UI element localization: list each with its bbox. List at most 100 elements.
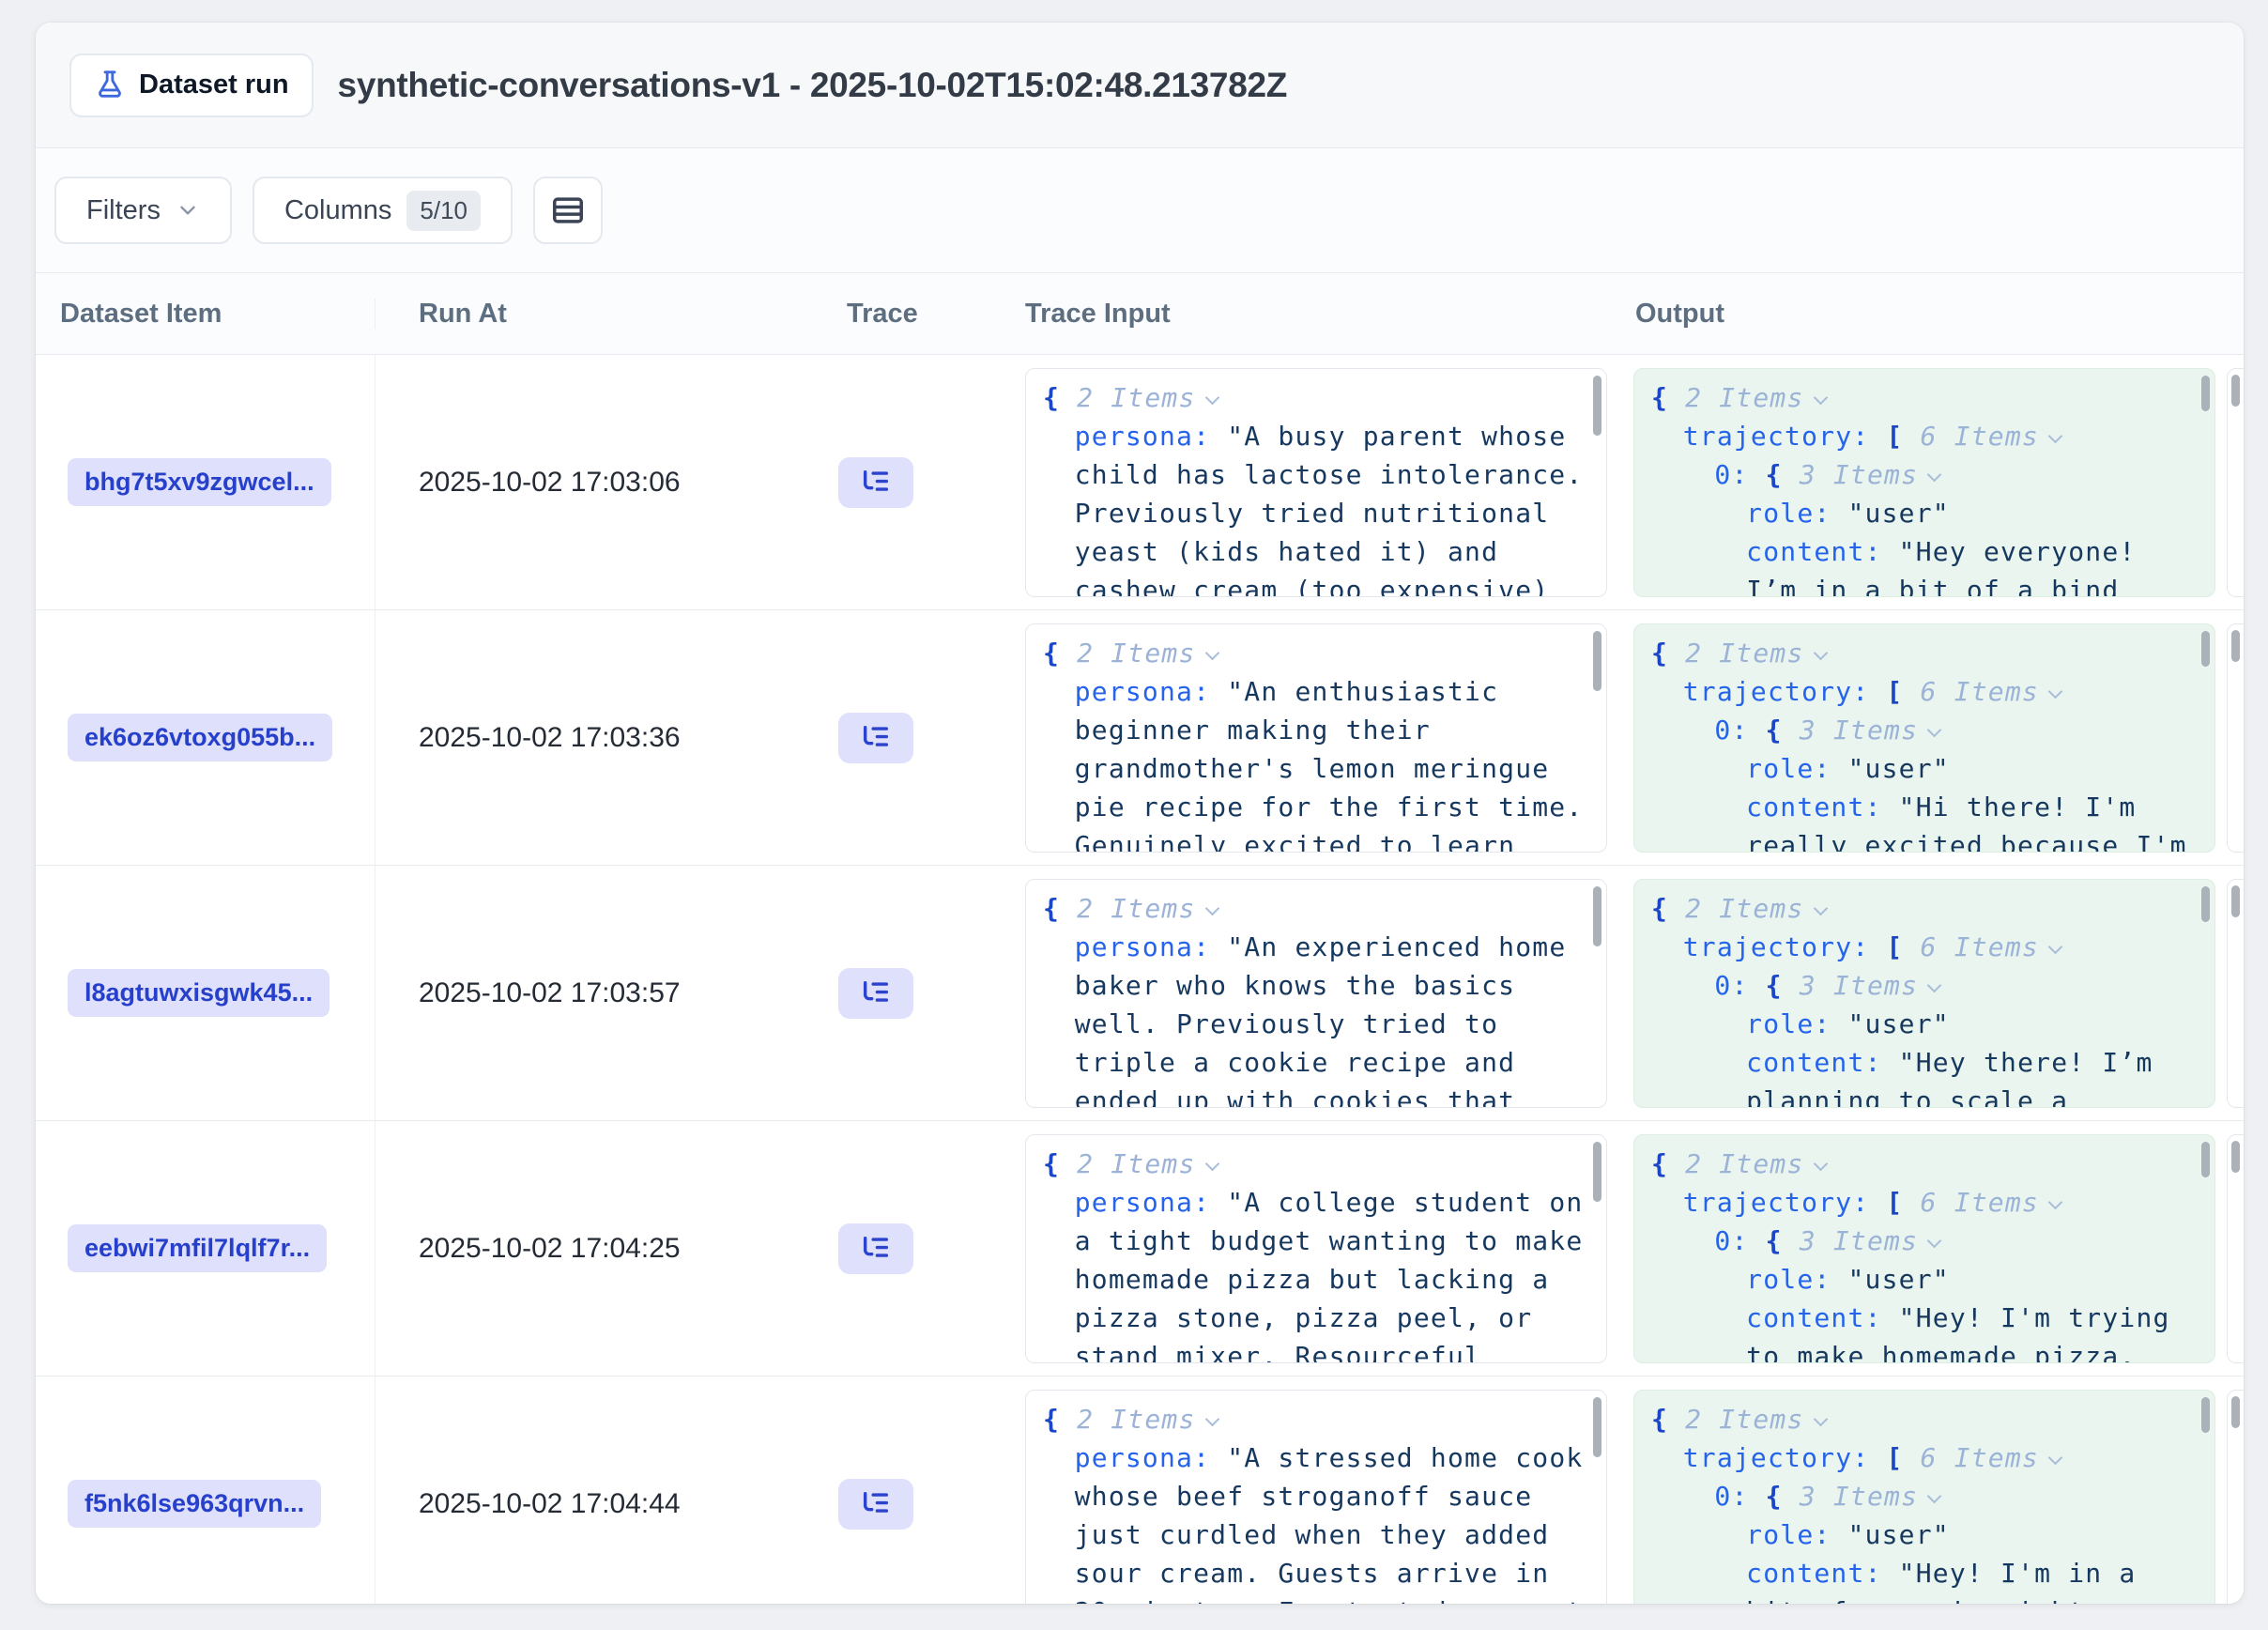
- collapse-chevron-icon[interactable]: [1927, 978, 1942, 993]
- items-toggle[interactable]: 3 Items: [1800, 459, 1918, 490]
- column-header-trace-input: Trace Input: [1009, 299, 1622, 330]
- scrollbar-thumb[interactable]: [2231, 1396, 2240, 1428]
- list-tree-icon: [859, 977, 893, 1009]
- collapse-chevron-icon[interactable]: [1927, 723, 1942, 738]
- items-toggle[interactable]: 2 Items: [1685, 638, 1803, 669]
- trace-button[interactable]: [838, 968, 913, 1019]
- collapse-chevron-icon[interactable]: [2048, 940, 2063, 955]
- collapse-chevron-icon[interactable]: [1813, 1157, 1828, 1172]
- scrollbar-thumb[interactable]: [2201, 376, 2210, 411]
- collapse-chevron-icon[interactable]: [1813, 901, 1828, 916]
- scrollbar-thumb[interactable]: [2201, 886, 2210, 922]
- scrollbar-thumb[interactable]: [2201, 631, 2210, 667]
- output-panel[interactable]: { 2 Items trajectory: [ 6 Items 0: { 3 I…: [1633, 1134, 2215, 1363]
- scrollbar-thumb[interactable]: [2231, 885, 2240, 917]
- items-toggle[interactable]: 3 Items: [1800, 1225, 1918, 1256]
- collapse-chevron-icon[interactable]: [1204, 1157, 1219, 1172]
- trace-button[interactable]: [838, 457, 913, 508]
- items-toggle[interactable]: 6 Items: [1921, 1442, 2039, 1473]
- items-toggle[interactable]: 6 Items: [1921, 1187, 2039, 1218]
- scrollbar-thumb[interactable]: [2231, 375, 2240, 407]
- scrollbar-thumb[interactable]: [2231, 630, 2240, 662]
- table-row: f5nk6lse963qrvn... 2025-10-02 17:04:44 {…: [36, 1376, 2244, 1604]
- collapse-chevron-icon[interactable]: [2048, 1451, 2063, 1466]
- scrollbar-thumb[interactable]: [1593, 1397, 1601, 1457]
- trace-input-panel[interactable]: { 2 Items persona: "A busy parent whose …: [1025, 368, 1607, 597]
- collapse-chevron-icon[interactable]: [1204, 646, 1219, 661]
- column-header-dataset-item: Dataset Item: [36, 299, 375, 330]
- toolbar: Filters Columns 5/10: [36, 148, 2244, 272]
- collapse-chevron-icon[interactable]: [2048, 684, 2063, 700]
- next-column-panel: [2227, 1134, 2244, 1363]
- items-toggle[interactable]: 2 Items: [1685, 1148, 1803, 1179]
- column-header-trace: Trace: [803, 299, 1009, 330]
- trace-input-panel[interactable]: { 2 Items persona: "A college student on…: [1025, 1134, 1607, 1363]
- next-column-panel: [2227, 879, 2244, 1108]
- dataset-item-badge[interactable]: bhg7t5xv9zgwcel...: [68, 458, 331, 506]
- output-panel[interactable]: { 2 Items trajectory: [ 6 Items 0: { 3 I…: [1633, 879, 2215, 1108]
- trace-button[interactable]: [838, 1479, 913, 1530]
- collapse-chevron-icon[interactable]: [1813, 391, 1828, 406]
- collapse-chevron-icon[interactable]: [1927, 468, 1942, 483]
- collapse-chevron-icon[interactable]: [1204, 1412, 1219, 1427]
- scrollbar-thumb[interactable]: [2201, 1397, 2210, 1433]
- flask-icon: [94, 69, 126, 101]
- items-toggle[interactable]: 2 Items: [1077, 1404, 1195, 1435]
- collapse-chevron-icon[interactable]: [2048, 1195, 2063, 1210]
- scrollbar-thumb[interactable]: [1593, 631, 1601, 691]
- items-toggle[interactable]: 6 Items: [1921, 421, 2039, 452]
- items-toggle[interactable]: 2 Items: [1685, 382, 1803, 413]
- scrollbar-thumb[interactable]: [2231, 1141, 2240, 1173]
- chevron-down-icon: [176, 198, 200, 223]
- items-toggle[interactable]: 2 Items: [1077, 638, 1195, 669]
- scrollbar-thumb[interactable]: [1593, 886, 1601, 946]
- dataset-run-badge: Dataset run: [69, 54, 314, 117]
- collapse-chevron-icon[interactable]: [1204, 901, 1219, 916]
- next-column-panel: [2227, 1390, 2244, 1604]
- trace-button[interactable]: [838, 713, 913, 763]
- output-panel[interactable]: { 2 Items trajectory: [ 6 Items 0: { 3 I…: [1633, 623, 2215, 853]
- row-height-button[interactable]: [533, 177, 603, 244]
- list-tree-icon: [859, 467, 893, 499]
- items-toggle[interactable]: 3 Items: [1800, 1481, 1918, 1512]
- items-toggle[interactable]: 2 Items: [1685, 1404, 1803, 1435]
- collapse-chevron-icon[interactable]: [1204, 391, 1219, 406]
- collapse-chevron-icon[interactable]: [1813, 646, 1828, 661]
- trace-button[interactable]: [838, 1223, 913, 1274]
- dataset-item-badge[interactable]: eebwi7mfil7lqlf7r...: [68, 1224, 327, 1272]
- dataset-item-badge[interactable]: f5nk6lse963qrvn...: [68, 1480, 321, 1528]
- table-row: bhg7t5xv9zgwcel... 2025-10-02 17:03:06 {…: [36, 355, 2244, 610]
- filters-button[interactable]: Filters: [54, 177, 232, 244]
- collapse-chevron-icon[interactable]: [1927, 1489, 1942, 1504]
- rows-icon: [550, 192, 586, 228]
- list-tree-icon: [859, 722, 893, 754]
- collapse-chevron-icon[interactable]: [1927, 1234, 1942, 1249]
- scrollbar-thumb[interactable]: [1593, 376, 1601, 436]
- dataset-item-badge[interactable]: ek6oz6vtoxg055b...: [68, 714, 332, 761]
- trace-input-panel[interactable]: { 2 Items persona: "A stressed home cook…: [1025, 1390, 1607, 1604]
- items-toggle[interactable]: 2 Items: [1077, 893, 1195, 924]
- list-tree-icon: [859, 1488, 893, 1520]
- output-panel[interactable]: { 2 Items trajectory: [ 6 Items 0: { 3 I…: [1633, 1390, 2215, 1604]
- items-toggle[interactable]: 2 Items: [1077, 1148, 1195, 1179]
- items-toggle[interactable]: 6 Items: [1921, 676, 2039, 707]
- collapse-chevron-icon[interactable]: [2048, 429, 2063, 444]
- collapse-chevron-icon[interactable]: [1813, 1412, 1828, 1427]
- filters-button-label: Filters: [86, 195, 161, 226]
- items-toggle[interactable]: 3 Items: [1800, 715, 1918, 746]
- trace-input-panel[interactable]: { 2 Items persona: "An enthusiastic begi…: [1025, 623, 1607, 853]
- table-row: l8agtuwxisgwk45... 2025-10-02 17:03:57 {…: [36, 866, 2244, 1121]
- table-header: Dataset Item Run At Trace Trace Input Ou…: [36, 272, 2244, 355]
- trace-input-panel[interactable]: { 2 Items persona: "An experienced home …: [1025, 879, 1607, 1108]
- columns-button[interactable]: Columns 5/10: [253, 177, 513, 244]
- items-toggle[interactable]: 2 Items: [1077, 382, 1195, 413]
- items-toggle[interactable]: 2 Items: [1685, 893, 1803, 924]
- items-toggle[interactable]: 6 Items: [1921, 931, 2039, 962]
- output-panel[interactable]: { 2 Items trajectory: [ 6 Items 0: { 3 I…: [1633, 368, 2215, 597]
- scrollbar-thumb[interactable]: [1593, 1142, 1601, 1202]
- dataset-item-badge[interactable]: l8agtuwxisgwk45...: [68, 969, 329, 1017]
- table-row: ek6oz6vtoxg055b... 2025-10-02 17:03:36 {…: [36, 610, 2244, 866]
- scrollbar-thumb[interactable]: [2201, 1142, 2210, 1177]
- columns-count-badge: 5/10: [406, 191, 481, 231]
- items-toggle[interactable]: 3 Items: [1800, 970, 1918, 1001]
